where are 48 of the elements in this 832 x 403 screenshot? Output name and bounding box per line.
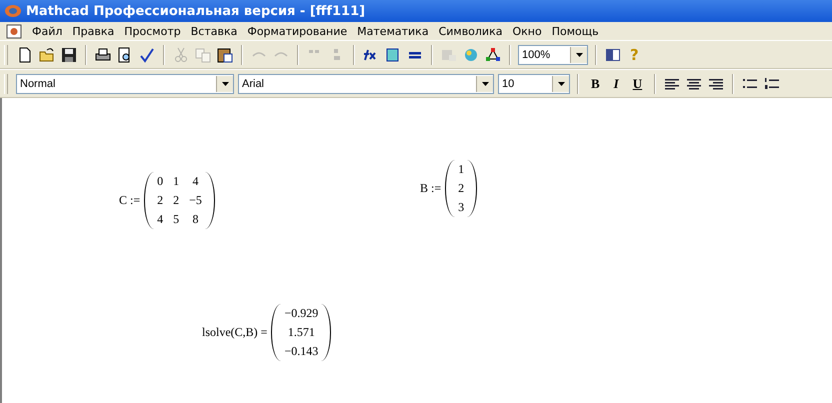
- matrix-element: 0: [157, 174, 164, 189]
- matrix-element: −0.143: [284, 344, 318, 359]
- menu-item[interactable]: Символика: [434, 24, 506, 38]
- dropdown-arrow-icon: [222, 82, 228, 86]
- format-button[interactable]: U: [628, 76, 648, 92]
- math-expression: C :=: [119, 193, 140, 208]
- spell-icon[interactable]: [138, 46, 156, 64]
- matrix-element: 2: [173, 193, 180, 208]
- format-button[interactable]: B: [586, 76, 605, 92]
- menu-item[interactable]: Просмотр: [120, 24, 185, 38]
- matrix-element: 2: [458, 181, 464, 196]
- app-icon: [4, 3, 22, 19]
- dropdown-arrow-icon: [576, 52, 582, 56]
- font-dropdown[interactable]: Arial: [238, 74, 494, 94]
- save-icon[interactable]: [60, 46, 78, 64]
- print-icon[interactable]: [94, 46, 112, 64]
- dropdown-arrow-icon: [558, 82, 564, 86]
- menu-item[interactable]: Вставка: [186, 24, 242, 38]
- window-title: Mathcad Профессиональная версия - [fff111]: [26, 4, 366, 18]
- matrix-element: −0.929: [284, 306, 318, 321]
- matrix-element: 5: [173, 212, 180, 227]
- menu-item[interactable]: Окно: [508, 24, 546, 38]
- matrix-element: −5: [189, 193, 202, 208]
- menu-item[interactable]: Помощь: [548, 24, 603, 38]
- open-icon[interactable]: [38, 46, 56, 64]
- menu-item[interactable]: Файл: [28, 24, 66, 38]
- format-button[interactable]: I: [608, 76, 624, 92]
- math-expression: B :=: [420, 181, 442, 196]
- matrix-element: 1.571: [288, 325, 315, 340]
- matrix-element: 1: [173, 174, 180, 189]
- matrix-element: 4: [157, 212, 164, 227]
- menu-item[interactable]: Форматирование: [243, 24, 352, 38]
- size-dropdown[interactable]: 10: [498, 74, 570, 94]
- network-icon[interactable]: [484, 46, 502, 64]
- menu-item[interactable]: Математика: [353, 24, 433, 38]
- matrix-element: 8: [192, 212, 198, 227]
- menu-item[interactable]: Правка: [68, 24, 118, 38]
- math-expression: lsolve(C,B) =: [202, 325, 268, 340]
- matrix-element: 3: [458, 200, 464, 215]
- matrix-element: 1: [458, 162, 464, 177]
- document-icon[interactable]: [6, 24, 22, 38]
- style-dropdown[interactable]: Normal: [16, 74, 234, 94]
- zoom-dropdown[interactable]: 100%: [518, 44, 588, 64]
- matrix-element: 4: [192, 174, 198, 189]
- paste-icon[interactable]: [216, 46, 234, 64]
- matrix-element: 2: [157, 193, 164, 208]
- dropdown-arrow-icon: [482, 82, 488, 86]
- numbered-list-icon[interactable]: [763, 76, 782, 92]
